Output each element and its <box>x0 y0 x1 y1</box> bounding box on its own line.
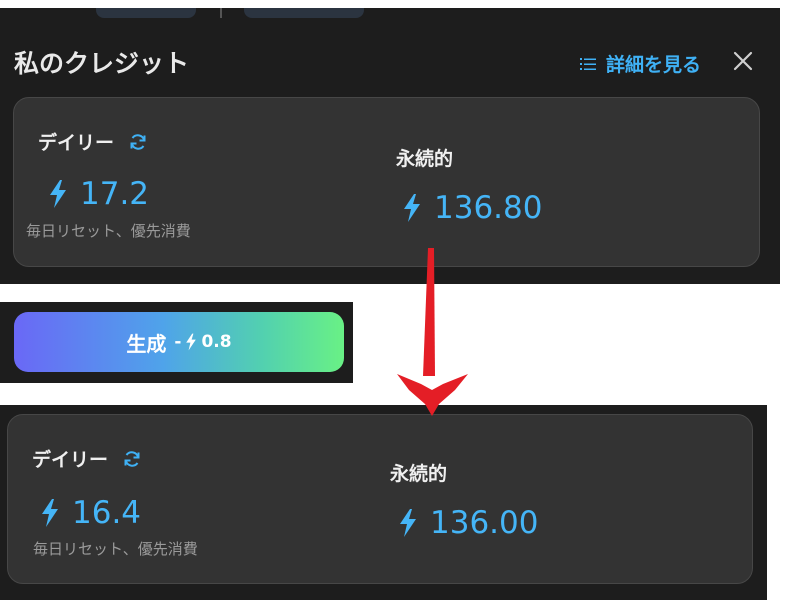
daily-label-row: デイリー <box>32 445 142 472</box>
permanent-credits-value: 136.80 <box>434 190 543 226</box>
list-icon <box>580 57 596 70</box>
permanent-credits-value-row: 136.80 <box>402 190 542 226</box>
refresh-icon[interactable] <box>128 132 148 152</box>
daily-credits-value: 17.2 <box>80 176 150 212</box>
partial-tab <box>244 8 364 18</box>
credits-panel-before: 私のクレジット 詳細を見る デイリー 17.2 毎日リセット、優先消費 永続的 … <box>0 0 780 284</box>
permanent-label: 永続的 <box>390 463 448 485</box>
daily-credits-value-row: 16.4 <box>40 495 141 531</box>
daily-note: 毎日リセット、優先消費 <box>26 222 191 240</box>
credits-card: デイリー 17.2 毎日リセット、優先消費 永続的 136.80 <box>13 97 760 267</box>
panel-title: 私のクレジット <box>14 49 190 78</box>
top-strip <box>0 0 780 8</box>
lightning-icon <box>50 180 66 208</box>
cost-prefix: - <box>174 332 182 352</box>
generate-strip: 生成 - 0.8 <box>0 302 353 383</box>
credits-card: デイリー 16.4 毎日リセット、優先消費 永続的 136.00 <box>7 414 753 584</box>
daily-label: デイリー <box>32 449 109 471</box>
permanent-label: 永続的 <box>396 148 454 170</box>
lightning-icon <box>404 194 420 222</box>
lightning-icon <box>42 499 58 527</box>
close-icon[interactable] <box>731 49 755 73</box>
view-details-link[interactable]: 詳細を見る <box>580 50 701 77</box>
refresh-icon[interactable] <box>122 449 142 469</box>
daily-credits-value-row: 17.2 <box>48 176 149 212</box>
lightning-icon <box>400 509 416 537</box>
generate-label: 生成 <box>126 331 167 356</box>
generate-cost: - 0.8 <box>174 332 231 352</box>
generate-button[interactable]: 生成 - 0.8 <box>14 312 344 372</box>
daily-credits-value: 16.4 <box>72 495 142 531</box>
daily-label: デイリー <box>38 132 115 154</box>
permanent-credits-value: 136.00 <box>430 505 539 541</box>
credits-panel-after: デイリー 16.4 毎日リセット、優先消費 永続的 136.00 <box>0 405 767 600</box>
cost-value: 0.8 <box>201 332 232 352</box>
permanent-credits-value-row: 136.00 <box>398 505 538 541</box>
daily-label-row: デイリー <box>38 128 148 155</box>
separator <box>220 8 222 18</box>
daily-note: 毎日リセット、優先消費 <box>33 540 198 558</box>
partial-tab <box>96 8 196 18</box>
view-details-label: 詳細を見る <box>606 54 702 76</box>
arrow-down-icon <box>397 248 468 416</box>
lightning-icon <box>186 333 197 351</box>
